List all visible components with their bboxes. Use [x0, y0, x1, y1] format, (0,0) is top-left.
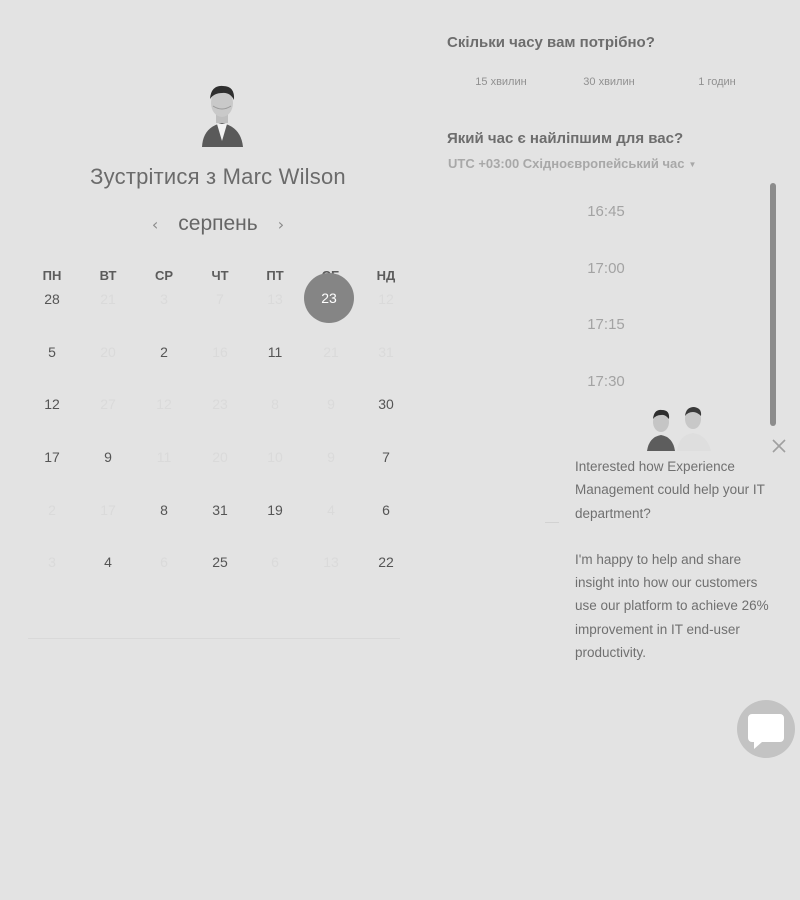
time-slot[interactable]: 16:45: [556, 203, 656, 220]
calendar-day-disabled: 11: [156, 449, 172, 465]
timezone-selector[interactable]: UTC +03:00 Східноєвропейський час ▼: [448, 156, 696, 171]
meeting-title-prefix: Зустрітися з: [90, 164, 217, 189]
duration-option-60[interactable]: 1 годин: [662, 76, 772, 88]
calendar-day[interactable]: 5: [27, 344, 77, 360]
calendar-day[interactable]: 28: [27, 291, 77, 307]
weekday-sun: НД: [376, 268, 396, 283]
close-icon[interactable]: [769, 436, 789, 456]
chat-agents-avatar: [647, 407, 711, 451]
time-slot[interactable]: 17:30: [556, 373, 656, 390]
calendar-day[interactable]: 19: [250, 502, 300, 518]
caret-down-icon: ▼: [688, 160, 697, 170]
calendar-day-disabled: 13: [267, 291, 283, 307]
calendar-day[interactable]: 7: [361, 449, 411, 465]
prev-month-icon[interactable]: ‹: [152, 215, 158, 234]
calendar-day-disabled: 4: [327, 502, 335, 518]
calendar-day-disabled: 6: [271, 554, 279, 570]
chat-message: Interested how Experience Management cou…: [575, 455, 780, 687]
duration-question: Скільки часу вам потрібно?: [447, 34, 655, 51]
calendar-day-disabled: 31: [378, 344, 394, 360]
time-slot[interactable]: 17:15: [556, 316, 656, 333]
divider: [545, 522, 559, 523]
calendar-day-disabled: 7: [216, 291, 224, 307]
selected-day[interactable]: 23: [304, 290, 354, 306]
calendar-day-disabled: 27: [100, 396, 116, 412]
calendar-day-disabled: 20: [212, 449, 228, 465]
calendar-day[interactable]: 2: [139, 344, 189, 360]
calendar-day-disabled: 8: [271, 396, 279, 412]
calendar-day-disabled: 2: [48, 502, 56, 518]
month-navigator: ‹ серпень ›: [0, 208, 436, 240]
chat-launcher-button[interactable]: [737, 700, 795, 758]
month-label: серпень: [178, 212, 258, 235]
calendar-day-disabled: 12: [156, 396, 172, 412]
weekday-tue: ВТ: [99, 268, 117, 283]
calendar-day-disabled: 10: [267, 449, 283, 465]
calendar-day-disabled: 9: [327, 449, 335, 465]
calendar-day[interactable]: 31: [195, 502, 245, 518]
calendar-day-disabled: 9: [327, 396, 335, 412]
calendar-day[interactable]: 9: [83, 449, 133, 465]
calendar-day-disabled: 13: [323, 554, 339, 570]
meeting-title: Зустрітися з Marc Wilson: [0, 164, 436, 190]
calendar-day[interactable]: 8: [139, 502, 189, 518]
duration-option-30[interactable]: 30 хвилин: [554, 76, 664, 88]
calendar-divider: [28, 638, 400, 639]
chat-message-paragraph: Interested how Experience Management cou…: [575, 459, 765, 521]
next-month-icon[interactable]: ›: [278, 215, 284, 234]
calendar-day[interactable]: 22: [361, 554, 411, 570]
duration-option-15[interactable]: 15 хвилин: [446, 76, 556, 88]
timezone-label: UTC +03:00 Східноєвропейський час: [448, 156, 685, 171]
time-slot[interactable]: 17:00: [556, 260, 656, 277]
weekday-mon: ПН: [42, 268, 62, 283]
calendar-day[interactable]: 25: [195, 554, 245, 570]
calendar-day[interactable]: 4: [83, 554, 133, 570]
calendar-day[interactable]: 30: [361, 396, 411, 412]
calendar-day[interactable]: 11: [250, 344, 300, 360]
calendar-day-disabled: 3: [48, 554, 56, 570]
calendar-day-disabled: 17: [100, 502, 116, 518]
calendar-day-disabled: 21: [100, 291, 116, 307]
time-question: Який час є найліпшим для вас?: [447, 130, 684, 147]
calendar-day[interactable]: 6: [361, 502, 411, 518]
calendar-day-disabled: 12: [378, 291, 394, 307]
calendar-day-disabled: 20: [100, 344, 116, 360]
calendar-day-disabled: 21: [323, 344, 339, 360]
calendar-day[interactable]: 12: [27, 396, 77, 412]
weekday-wed: СР: [154, 268, 174, 283]
calendar-day-disabled: 16: [212, 344, 228, 360]
calendar-day-disabled: 6: [160, 554, 168, 570]
calendar-day-disabled: 23: [212, 396, 228, 412]
weekday-thu: ЧТ: [211, 268, 229, 283]
host-name: Marc Wilson: [222, 164, 346, 189]
time-slot-scrollbar[interactable]: [770, 183, 776, 426]
chat-bubble-icon: [748, 714, 784, 749]
chat-message-paragraph: I'm happy to help and share insight into…: [575, 551, 769, 661]
calendar-day[interactable]: 17: [27, 449, 77, 465]
calendar-day-disabled: 3: [160, 291, 168, 307]
host-avatar: [202, 85, 243, 147]
weekday-fri: ПТ: [266, 268, 284, 283]
